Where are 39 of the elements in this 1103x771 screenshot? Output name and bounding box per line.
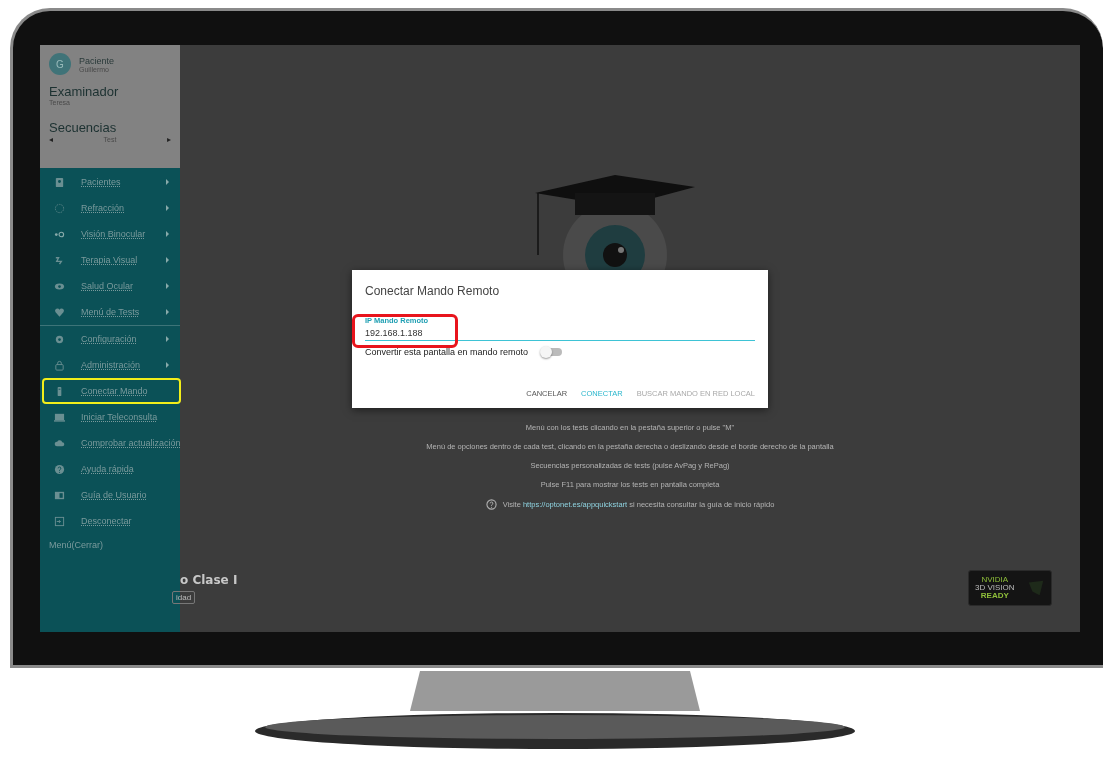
menu-item[interactable]: Conectar Mando bbox=[42, 378, 181, 404]
next-button[interactable]: ▸ bbox=[167, 135, 171, 144]
menu-item[interactable]: Terapia Visual bbox=[42, 247, 181, 273]
menu-icon bbox=[54, 359, 65, 371]
menu-item[interactable]: Iniciar Teleconsulta bbox=[42, 404, 181, 430]
avatar: G bbox=[49, 53, 71, 75]
menu-icon bbox=[54, 306, 65, 318]
menu-item[interactable]: Salud Ocular bbox=[42, 273, 181, 299]
patient-label: Paciente bbox=[79, 55, 115, 66]
menu-icon bbox=[54, 254, 65, 266]
menu-icon bbox=[54, 176, 65, 188]
menu-icon bbox=[54, 489, 65, 501]
menu-item[interactable]: Comprobar actualización bbox=[42, 430, 181, 456]
nvidia-badge: NVIDIA 3D VISION READY bbox=[968, 570, 1052, 606]
menu-item[interactable]: Administración bbox=[42, 352, 181, 378]
previous-button[interactable]: ◂ bbox=[49, 135, 53, 144]
help-icon bbox=[485, 499, 497, 510]
menu-icon bbox=[54, 515, 65, 527]
menu-item[interactable]: Desconectar bbox=[42, 508, 181, 534]
toggle-label: Convertir esta pantalla en mando remoto bbox=[365, 347, 529, 357]
sequences-label: Secuencias bbox=[49, 120, 118, 135]
menu-icon bbox=[54, 333, 65, 345]
section-title: o Clase I bbox=[180, 573, 238, 587]
menu-icon bbox=[54, 202, 65, 214]
menu-item[interactable]: Configuración bbox=[42, 326, 181, 352]
menu-item[interactable]: Guía de Usuario bbox=[42, 482, 181, 508]
menu-close-link[interactable]: Menú(Cerrar) bbox=[40, 534, 180, 556]
menu-icon bbox=[54, 437, 65, 449]
menu-item[interactable]: Pacientes bbox=[42, 169, 181, 195]
menu-item[interactable]: Ayuda rápida bbox=[42, 456, 181, 482]
menu-item[interactable]: Visión Binocular bbox=[42, 221, 181, 247]
menu-icon bbox=[54, 411, 65, 423]
section-tag: idad bbox=[172, 591, 196, 604]
dialog-title: Conectar Mando Remoto bbox=[365, 284, 501, 298]
menu-item[interactable]: Refracción bbox=[42, 195, 181, 221]
toggle-switch[interactable] bbox=[542, 348, 563, 356]
menu-item[interactable]: Menú de Tests bbox=[42, 299, 181, 325]
menu-icon bbox=[54, 463, 65, 475]
examiner-label: Examinador bbox=[49, 84, 120, 99]
